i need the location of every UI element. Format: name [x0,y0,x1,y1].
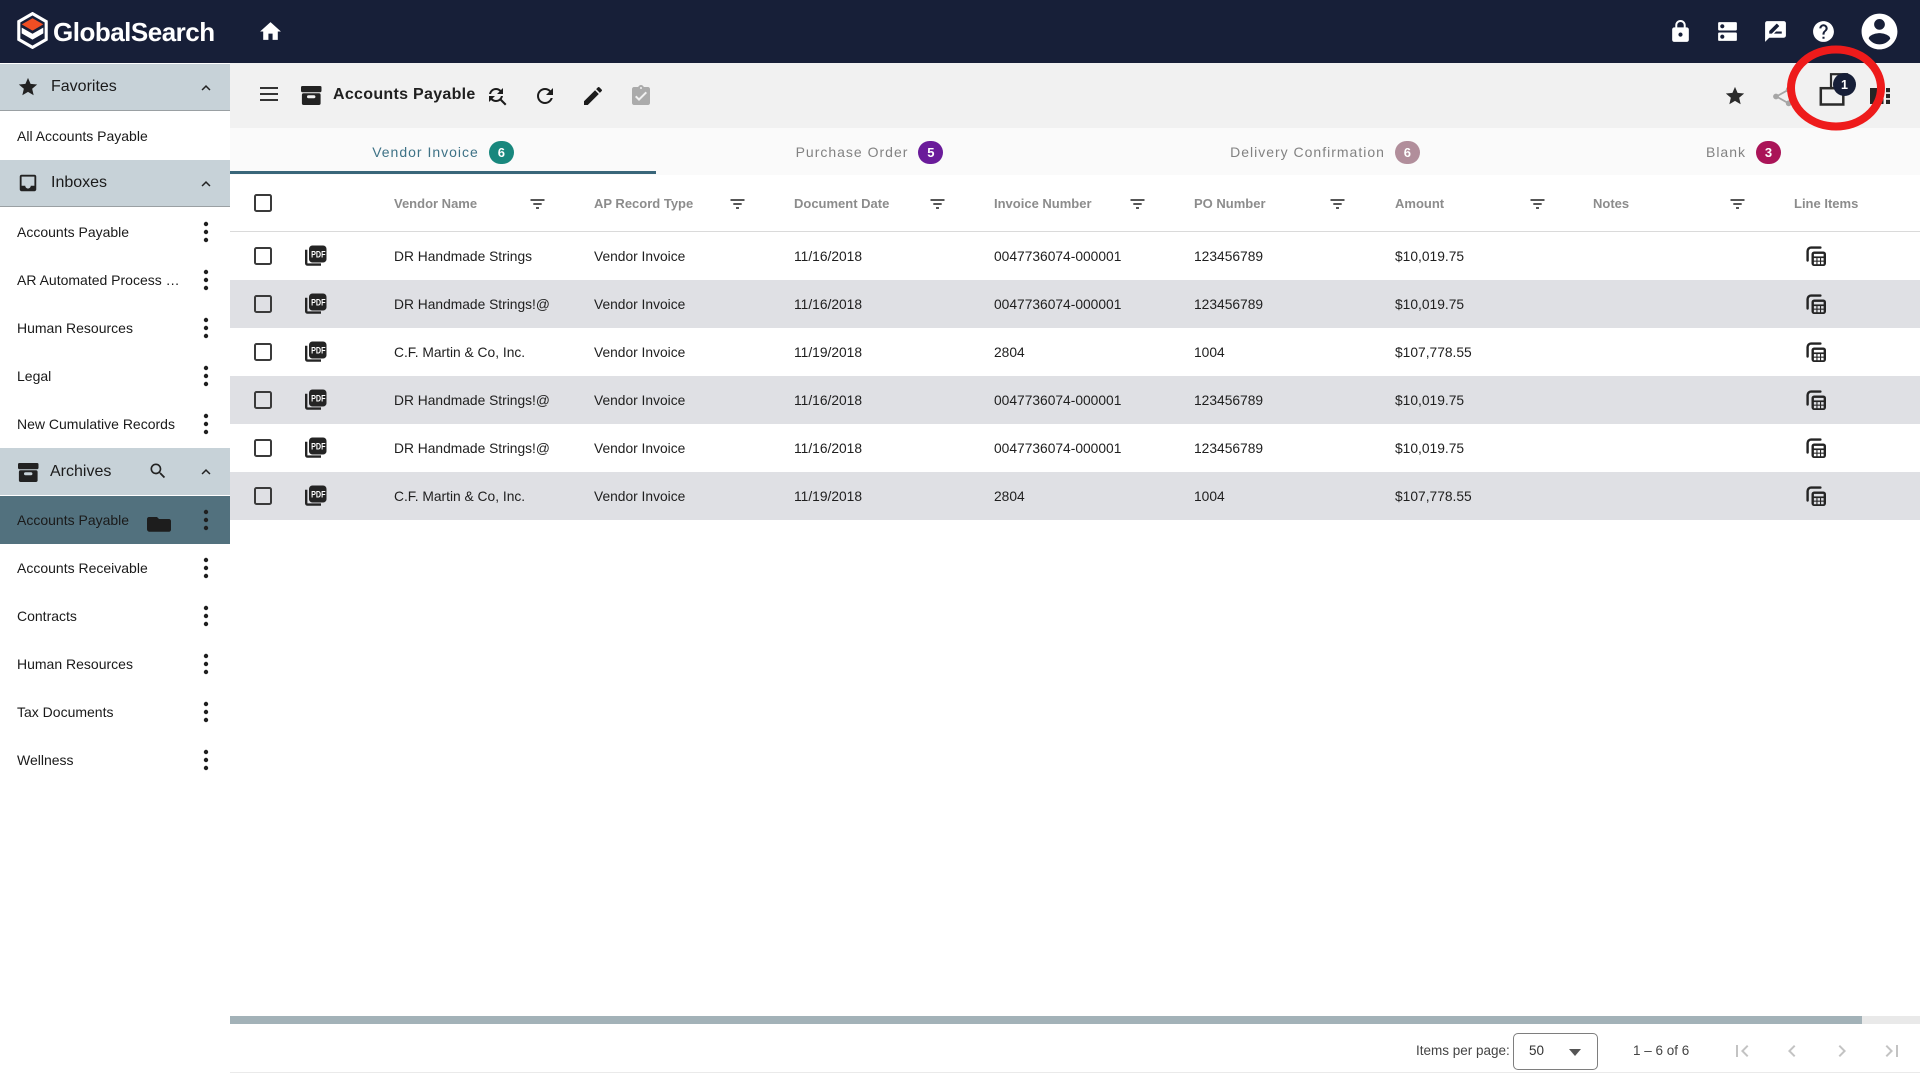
svg-text:PDF: PDF [311,298,325,308]
svg-text:PDF: PDF [311,346,325,356]
svg-text:PDF: PDF [311,394,325,404]
svg-text:PDF: PDF [311,250,325,260]
svg-text:PDF: PDF [311,442,325,452]
svg-text:PDF: PDF [311,490,325,500]
